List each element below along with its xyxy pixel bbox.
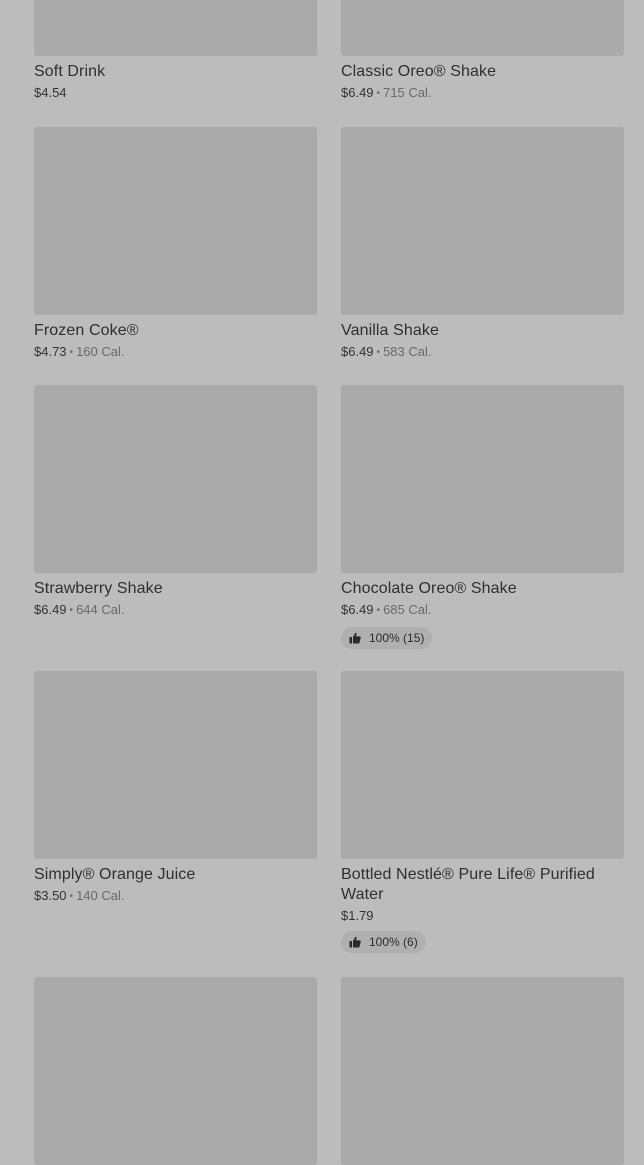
item-image[interactable] (341, 0, 624, 56)
item-calories: 715 Cal. (383, 85, 432, 100)
item-name: Simply® Orange Juice (34, 866, 196, 883)
item-meta: $4.73 • 160 Cal. (34, 343, 317, 363)
item-meta: $6.49 • 715 Cal. (341, 84, 624, 104)
item-name: Classic Oreo® Shake (341, 63, 497, 80)
item-meta: $4.54 (34, 84, 317, 102)
menu-item-card[interactable]: Simply® Orange Juice $3.50 • 140 Cal. (34, 671, 317, 907)
item-name: Soft Drink (34, 63, 106, 80)
item-image[interactable] (34, 385, 317, 573)
menu-item-card[interactable]: Soft Drink $4.54 (34, 0, 317, 102)
menu-item-card[interactable]: Bottled Nestlé® Pure Life® Purified Wate… (341, 671, 624, 953)
item-image[interactable] (341, 977, 624, 1165)
item-meta: $3.50 • 140 Cal. (34, 887, 317, 907)
separator-dot: • (376, 605, 381, 616)
item-name: Frozen Coke® (34, 322, 139, 339)
thumbs-up-icon (349, 936, 361, 948)
item-meta: $6.49 • 685 Cal. (341, 601, 624, 621)
item-image[interactable] (34, 671, 317, 859)
item-image[interactable] (341, 671, 624, 859)
menu-item-card[interactable]: Strawberry Shake $6.49 • 644 Cal. (34, 385, 317, 621)
item-price: $6.49 (341, 85, 374, 100)
menu-item-card[interactable]: Frozen Coke® $4.73 • 160 Cal. (34, 127, 317, 363)
item-image[interactable] (34, 127, 317, 315)
item-image[interactable] (341, 127, 624, 315)
menu-item-card[interactable]: Chocolate Oreo® Shake $6.49 • 685 Cal. 100… (341, 385, 624, 649)
item-calories: 644 Cal. (76, 602, 125, 617)
separator-dot: • (69, 605, 74, 616)
item-image[interactable] (34, 977, 317, 1165)
separator-dot: • (69, 347, 74, 358)
item-price: $6.49 (341, 602, 374, 617)
item-name: Bottled Nestlé® Pure Life® Purified Wate… (341, 866, 595, 903)
item-name: Chocolate Oreo® Shake (341, 580, 517, 597)
menu-item-card[interactable] (34, 977, 317, 1165)
item-calories: 685 Cal. (383, 602, 432, 617)
separator-dot: • (376, 347, 381, 358)
rating-text: 100% (6) (369, 935, 418, 949)
item-price: $6.49 (34, 602, 67, 617)
item-name: Strawberry Shake (34, 580, 163, 597)
item-calories: 583 Cal. (383, 344, 432, 359)
rating-badge: 100% (15) (341, 627, 433, 649)
item-price: $4.54 (34, 85, 67, 100)
menu-item-card[interactable]: Vanilla Shake $6.49 • 583 Cal. (341, 127, 624, 363)
item-calories: 140 Cal. (76, 888, 125, 903)
separator-dot: • (69, 891, 74, 902)
menu-item-card[interactable] (341, 977, 624, 1165)
item-calories: 160 Cal. (76, 344, 125, 359)
item-meta: $1.79 (341, 907, 624, 925)
item-meta: $6.49 • 583 Cal. (341, 343, 624, 363)
separator-dot: • (376, 88, 381, 99)
thumbs-up-icon (349, 632, 361, 644)
rating-badge: 100% (6) (341, 931, 426, 953)
item-price: $6.49 (341, 344, 374, 359)
menu-item-card[interactable]: Classic Oreo® Shake $6.49 • 715 Cal. (341, 0, 624, 104)
item-image[interactable] (34, 0, 317, 56)
item-image[interactable] (341, 385, 624, 573)
item-price: $1.79 (341, 908, 374, 923)
item-price: $3.50 (34, 888, 67, 903)
item-name: Vanilla Shake (341, 322, 439, 339)
rating-text: 100% (15) (369, 631, 425, 645)
item-meta: $6.49 • 644 Cal. (34, 601, 317, 621)
item-price: $4.73 (34, 344, 67, 359)
